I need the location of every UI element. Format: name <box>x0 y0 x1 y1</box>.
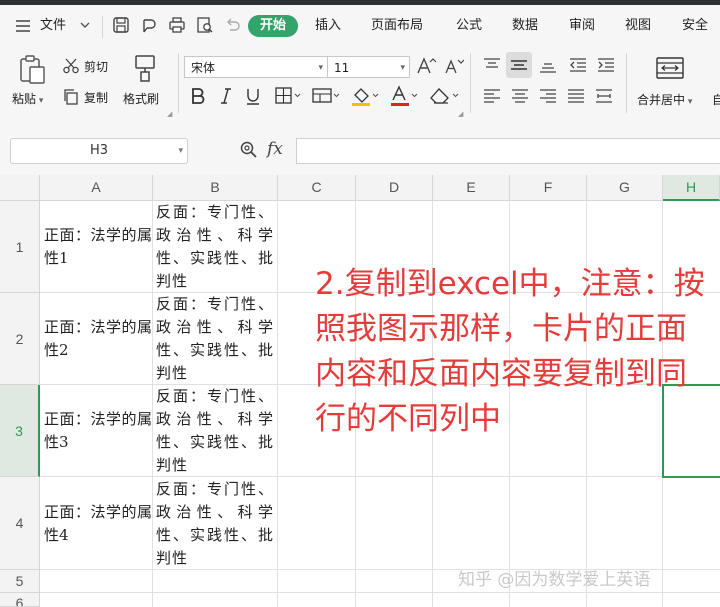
paste-label: 粘贴 <box>12 92 37 106</box>
gridline <box>152 201 153 607</box>
align-center-icon[interactable] <box>510 87 530 109</box>
copy-button[interactable]: 复制 <box>84 90 108 106</box>
tab-home[interactable]: 开始 <box>248 15 298 37</box>
paste-icon[interactable] <box>18 55 46 89</box>
cut-button[interactable]: 剪切 <box>84 59 108 75</box>
column-header-c[interactable]: C <box>278 175 356 201</box>
cell-b2[interactable]: 反面：专门性、政治性、科学性、实践性、批判性 <box>156 293 274 385</box>
file-menu[interactable]: 文件 <box>40 17 66 35</box>
fill-color-icon[interactable] <box>350 85 380 111</box>
row-header-5[interactable]: 5 <box>0 570 40 593</box>
increase-font-size-icon[interactable] <box>416 56 437 80</box>
copy-icon[interactable] <box>62 88 80 110</box>
row-header-4[interactable]: 4 <box>0 477 40 570</box>
column-header-d[interactable]: D <box>356 175 433 201</box>
distributed-align-icon[interactable] <box>594 87 614 109</box>
cell-style-icon[interactable] <box>311 86 341 110</box>
formula-input[interactable] <box>296 138 720 164</box>
align-middle-icon[interactable] <box>506 52 532 78</box>
tab-formulas[interactable]: 公式 <box>456 17 482 35</box>
file-menu-label: 文件 <box>40 18 67 33</box>
cell-a3[interactable]: 正面：法学的属性3 <box>44 408 152 454</box>
format-painter-icon[interactable] <box>132 53 158 87</box>
ribbon-divider <box>470 53 471 113</box>
cell-a1[interactable]: 正面：法学的属性1 <box>44 224 152 270</box>
select-all-corner[interactable] <box>0 175 40 201</box>
format-painter-button[interactable]: 格式刷 <box>123 91 159 107</box>
cell-a4[interactable]: 正面：法学的属性4 <box>44 501 152 547</box>
tab-insert[interactable]: 插入 <box>315 17 341 35</box>
cell-b4[interactable]: 反面：专门性、政治性、科学性、实践性、批判性 <box>156 478 274 570</box>
column-header-g[interactable]: G <box>587 175 663 201</box>
align-left-icon[interactable] <box>482 87 502 109</box>
italic-icon[interactable] <box>217 86 235 110</box>
column-header-e[interactable]: E <box>433 175 510 201</box>
save-icon[interactable] <box>112 16 130 40</box>
borders-icon[interactable] <box>274 86 302 110</box>
ribbon-divider <box>178 53 179 113</box>
font-name-select[interactable]: 宋体 ▾ <box>184 56 328 78</box>
row-header-6[interactable]: 6 <box>0 593 40 607</box>
justify-icon[interactable] <box>566 87 586 109</box>
function-fx-icon[interactable]: fx <box>267 139 283 159</box>
decrease-font-size-icon[interactable] <box>444 56 465 80</box>
align-right-icon[interactable] <box>538 87 558 109</box>
menu-bar: 文件 开始 插入 页面布局 公式 数据 审阅 视图 安全 <box>0 5 720 47</box>
column-header-h[interactable]: H <box>663 175 720 201</box>
row-header-3[interactable]: 3 <box>0 385 40 477</box>
merge-center-label: 合并居中 <box>637 93 686 107</box>
font-size-select[interactable]: 11 ▾ <box>328 56 410 78</box>
paste-button[interactable]: 粘贴 ▾ <box>12 91 43 109</box>
row-header-1[interactable]: 1 <box>0 201 40 293</box>
row-header-2[interactable]: 2 <box>0 293 40 385</box>
clear-format-eraser-icon[interactable] <box>428 85 460 111</box>
column-header-b[interactable]: B <box>153 175 278 201</box>
gridline <box>40 592 720 593</box>
bold-icon[interactable] <box>189 86 207 110</box>
scissors-icon[interactable] <box>62 57 80 79</box>
name-box[interactable]: H3 ▾ <box>10 138 188 164</box>
font-name-value: 宋体 <box>191 61 216 75</box>
cell-b3[interactable]: 反面：专门性、政治性、科学性、实践性、批判性 <box>156 385 274 477</box>
tab-view[interactable]: 视图 <box>625 17 651 35</box>
file-menu-chevron-down-icon[interactable] <box>79 17 91 39</box>
tab-security[interactable]: 安全 <box>682 17 708 35</box>
instruction-annotation: 2.复制到excel中，注意：按照我图示那样，卡片的正面内容和反面内容要复制到同… <box>315 266 705 437</box>
ribbon-overflow-label[interactable]: 自 <box>712 92 720 108</box>
print-icon[interactable] <box>168 16 186 40</box>
font-size-value: 11 <box>334 61 350 75</box>
tab-data[interactable]: 数据 <box>512 17 538 35</box>
cell-a2[interactable]: 正面：法学的属性2 <box>44 316 152 362</box>
tab-review[interactable]: 审阅 <box>569 17 595 35</box>
font-color-icon[interactable] <box>389 85 419 111</box>
font-name-chevron-icon: ▾ <box>318 63 323 73</box>
ribbon-toolbar: 粘贴 ▾ 剪切 复制 格式刷 ◢ 宋体 ▾ 11 ▾ ◢ 合并居中 ▾ 自 <box>0 47 720 120</box>
ribbon-divider <box>626 53 627 113</box>
gridline <box>277 201 278 607</box>
font-size-chevron-icon: ▾ <box>400 63 405 73</box>
watermark-text: 知乎 @因为数学爱上英语 <box>458 570 651 590</box>
tab-page-layout[interactable]: 页面布局 <box>371 17 423 35</box>
merge-center-button[interactable]: 合并居中 ▾ <box>637 92 692 110</box>
column-header-a[interactable]: A <box>40 175 153 201</box>
name-box-chevron-icon: ▾ <box>178 146 183 156</box>
zoom-search-icon[interactable] <box>239 140 259 164</box>
underline-icon[interactable] <box>244 86 262 110</box>
name-box-value: H3 <box>89 143 109 158</box>
cell-b1[interactable]: 反面：专门性、政治性、科学性、实践性、批判性 <box>156 201 274 293</box>
undo-icon[interactable] <box>224 16 242 40</box>
increase-indent-icon[interactable] <box>596 56 616 78</box>
align-bottom-icon[interactable] <box>538 56 558 78</box>
print-preview-icon[interactable] <box>196 16 214 40</box>
output-pdf-icon[interactable] <box>140 16 158 40</box>
merge-center-icon[interactable] <box>656 56 684 84</box>
hamburger-menu-icon[interactable] <box>14 18 32 40</box>
align-top-icon[interactable] <box>482 56 502 78</box>
gridline <box>40 476 720 477</box>
decrease-indent-icon[interactable] <box>568 56 588 78</box>
clipboard-group-launcher-icon[interactable]: ◢ <box>167 110 172 118</box>
menubar-divider <box>102 16 103 38</box>
font-group-launcher-icon[interactable]: ◢ <box>458 110 463 118</box>
column-header-f[interactable]: F <box>510 175 587 201</box>
